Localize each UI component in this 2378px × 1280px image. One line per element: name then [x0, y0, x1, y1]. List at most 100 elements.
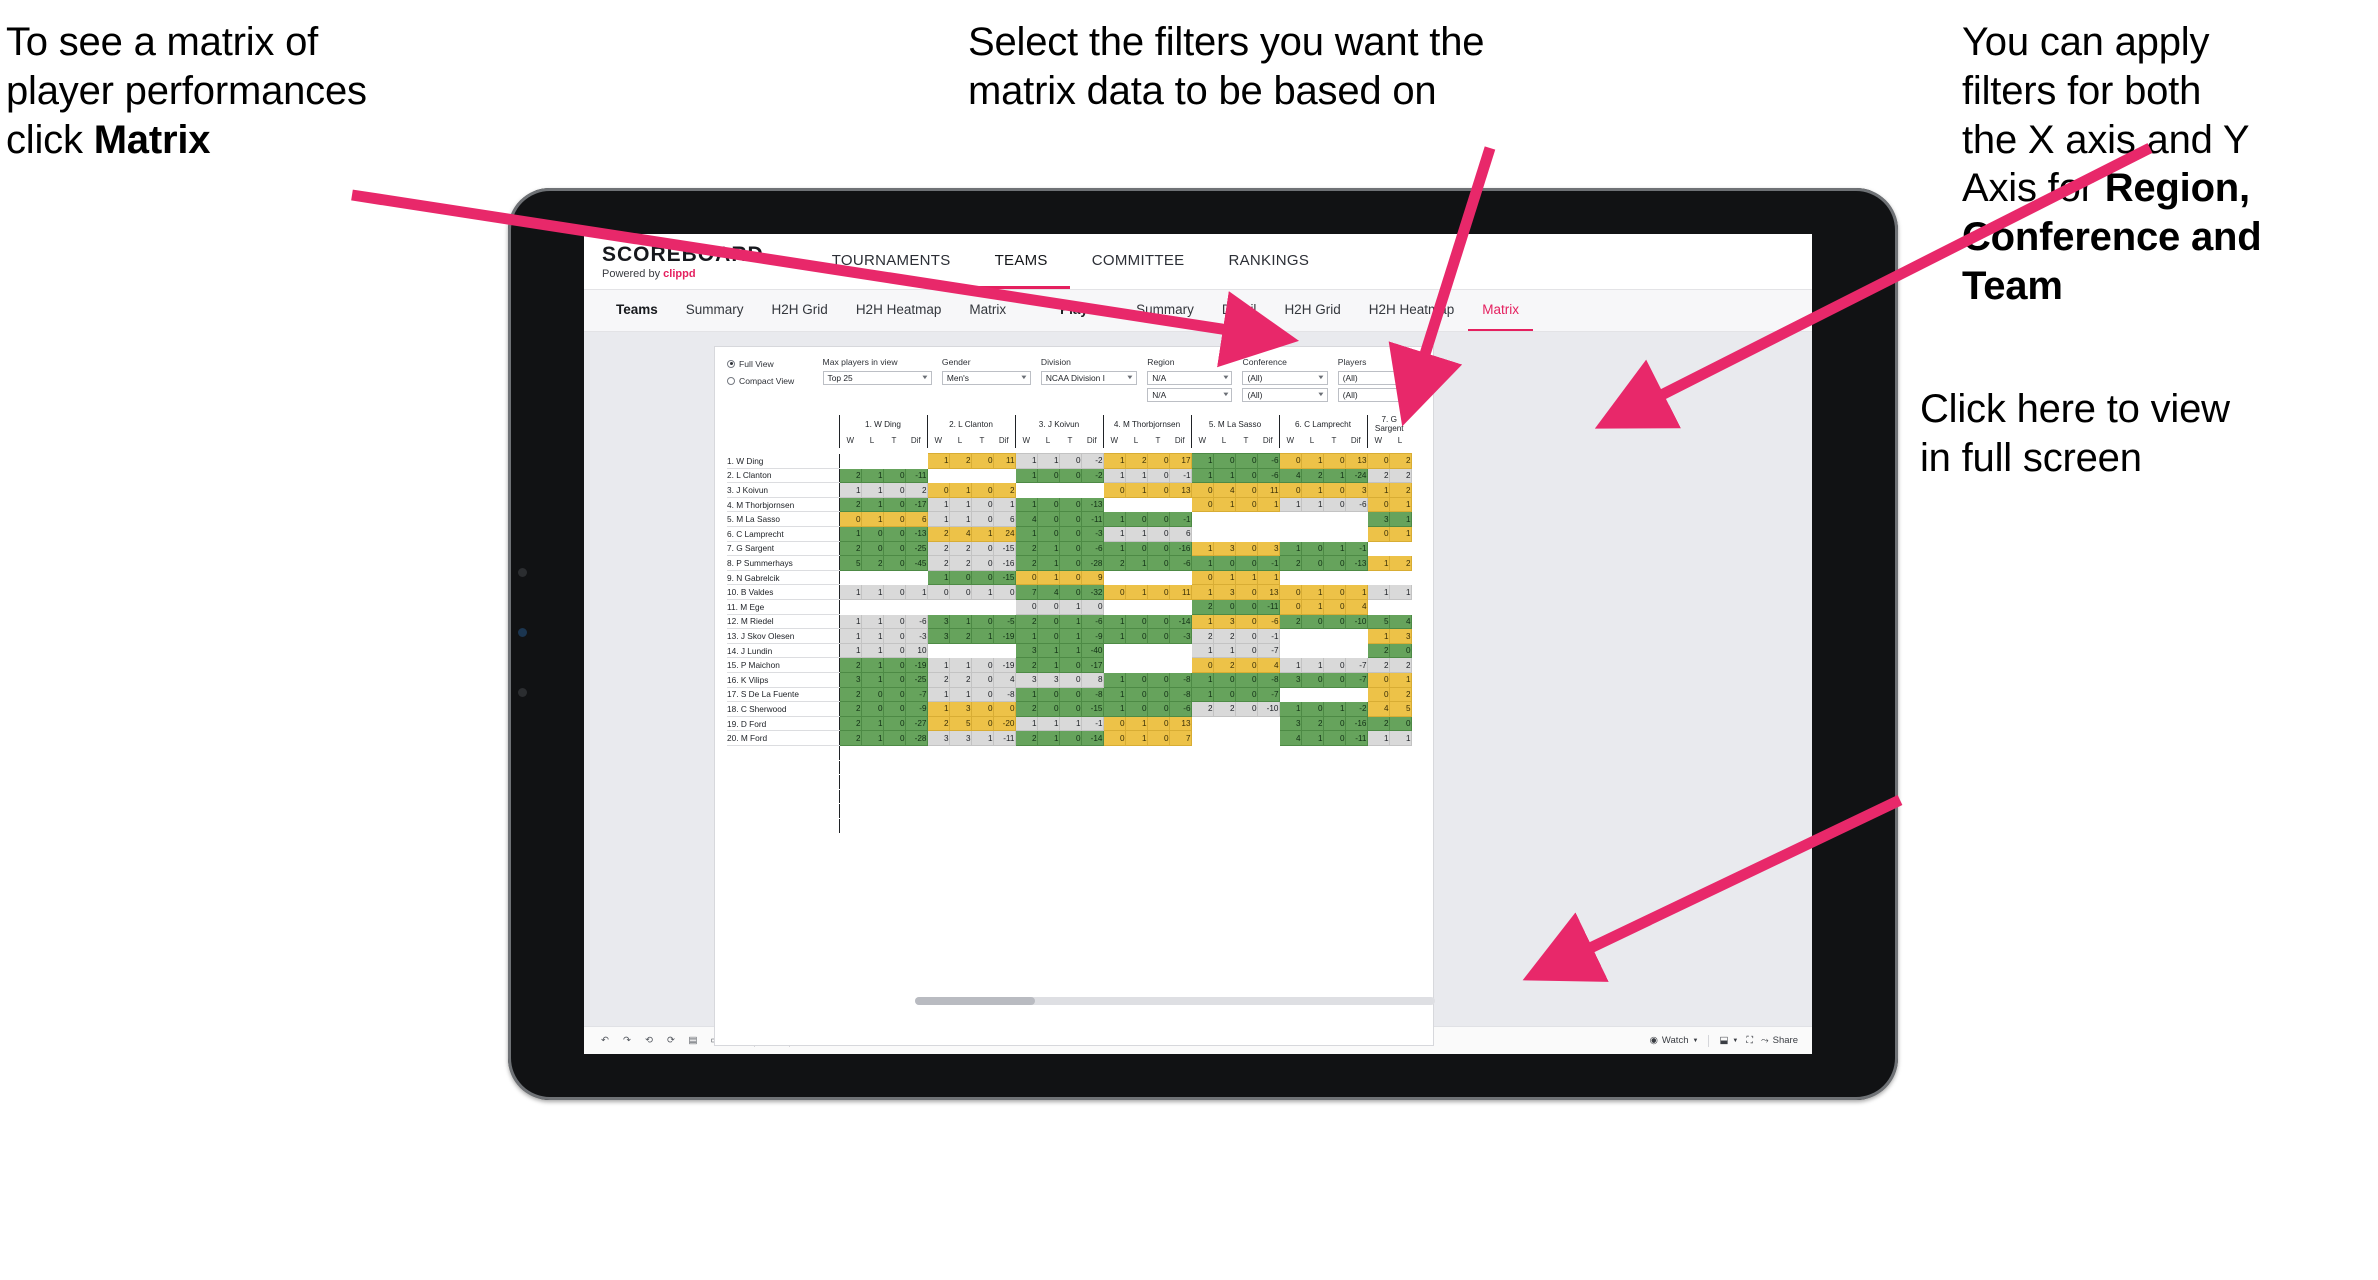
- matrix-cell[interactable]: 1: [1388, 730, 1412, 746]
- matrix-cell[interactable]: 1: [970, 628, 994, 644]
- matrix-cell[interactable]: 1: [970, 730, 994, 746]
- matrix-cell[interactable]: 0: [860, 701, 884, 717]
- matrix-cell[interactable]: 0: [970, 613, 994, 630]
- matrix-cell[interactable]: 0: [1146, 584, 1170, 601]
- matrix-cell[interactable]: 0: [1234, 672, 1258, 688]
- matrix-cell[interactable]: 3: [1014, 642, 1038, 659]
- matrix-cell[interactable]: 1: [1212, 642, 1236, 659]
- matrix-cell[interactable]: 1: [926, 496, 950, 513]
- matrix-cell[interactable]: 0: [1300, 555, 1324, 571]
- table-row[interactable]: 17. S De La Fuente 2 0 0 -7 1 1 0 -8 1 0 0 -8 1 0 0 -8 1 0…: [727, 686, 1412, 703]
- matrix-cell[interactable]: 1: [1388, 511, 1412, 528]
- matrix-cell[interactable]: 1: [1124, 715, 1148, 732]
- matrix-cell[interactable]: 1: [1102, 613, 1126, 630]
- matrix-cell[interactable]: -28: [904, 730, 928, 746]
- matrix-cell[interactable]: 3: [926, 730, 950, 746]
- matrix-cell[interactable]: 17: [1168, 453, 1192, 469]
- matrix-cell[interactable]: 0: [1058, 453, 1082, 469]
- matrix-cell[interactable]: 2: [838, 657, 862, 673]
- matrix-cell[interactable]: 2: [992, 482, 1016, 498]
- matrix-table-container[interactable]: 1. W Ding 2. L Clanton 3. J Koivun 4. M Tho…: [715, 413, 1433, 834]
- matrix-cell[interactable]: 1: [1190, 686, 1214, 703]
- matrix-cell[interactable]: 0: [1322, 657, 1346, 673]
- matrix-cell[interactable]: 2: [1014, 555, 1038, 571]
- matrix-cell[interactable]: 0: [1234, 482, 1258, 498]
- matrix-cell[interactable]: -11: [1256, 599, 1280, 615]
- matrix-cell[interactable]: 0: [860, 526, 884, 542]
- matrix-cell[interactable]: [1212, 730, 1236, 746]
- matrix-cell[interactable]: 1: [1102, 701, 1126, 717]
- matrix-cell[interactable]: 1: [1366, 482, 1390, 498]
- matrix-cell[interactable]: 3: [1014, 672, 1038, 688]
- matrix-cell[interactable]: 2: [1014, 540, 1038, 557]
- matrix-cell[interactable]: 2: [838, 730, 862, 746]
- matrix-cell[interactable]: -45: [904, 555, 928, 571]
- matrix-cell[interactable]: 0: [1212, 453, 1236, 469]
- matrix-cell[interactable]: 0: [882, 540, 906, 557]
- matrix-cell[interactable]: 0: [1234, 540, 1258, 557]
- matrix-cell[interactable]: 1: [1036, 555, 1060, 571]
- matrix-cell[interactable]: 0: [1124, 672, 1148, 688]
- matrix-cell[interactable]: 13: [1168, 715, 1192, 732]
- matrix-cell[interactable]: 1: [1300, 453, 1324, 469]
- matrix-cell[interactable]: 1: [838, 628, 862, 644]
- matrix-cell[interactable]: [1124, 496, 1148, 513]
- table-row[interactable]: 8. P Summerhays 5 2 0 -45 2 2 0 -16 2 1 0 -28 2 1 0 -6 1 0…: [727, 555, 1412, 571]
- matrix-cell[interactable]: 0: [1366, 526, 1390, 542]
- matrix-cell[interactable]: 1: [1124, 482, 1148, 498]
- matrix-cell[interactable]: 0: [1058, 672, 1082, 688]
- matrix-cell[interactable]: -6: [1080, 613, 1104, 630]
- matrix-cell[interactable]: [1234, 715, 1258, 732]
- matrix-cell[interactable]: [860, 453, 884, 469]
- matrix-cell[interactable]: -17: [1080, 657, 1104, 673]
- matrix-cell[interactable]: 1: [926, 511, 950, 528]
- matrix-cell[interactable]: [992, 642, 1016, 659]
- matrix-cell[interactable]: 0: [1058, 555, 1082, 571]
- matrix-cell[interactable]: -6: [1080, 540, 1104, 557]
- matrix-cell[interactable]: 2: [838, 467, 862, 484]
- matrix-cell[interactable]: 0: [1190, 496, 1214, 513]
- matrix-cell[interactable]: 1: [926, 453, 950, 469]
- matrix-cell[interactable]: 2: [1190, 628, 1214, 644]
- matrix-cell[interactable]: 0: [1058, 584, 1082, 601]
- matrix-cell[interactable]: 2: [948, 453, 972, 469]
- matrix-cell[interactable]: 2: [1388, 467, 1412, 484]
- matrix-cell[interactable]: 0: [882, 613, 906, 630]
- matrix-cell[interactable]: 0: [1146, 540, 1170, 557]
- matrix-cell[interactable]: 1: [1124, 467, 1148, 484]
- matrix-cell[interactable]: 0: [1234, 453, 1258, 469]
- dropdown-players-y[interactable]: (All) ▼: [1337, 388, 1423, 402]
- matrix-cell[interactable]: 0: [882, 526, 906, 542]
- matrix-cell[interactable]: 2: [838, 496, 862, 513]
- matrix-cell[interactable]: [926, 642, 950, 659]
- matrix-cell[interactable]: [1344, 642, 1368, 659]
- matrix-cell[interactable]: [1278, 642, 1302, 659]
- matrix-cell[interactable]: 2: [1388, 482, 1412, 498]
- matrix-cell[interactable]: 1: [1102, 453, 1126, 469]
- matrix-cell[interactable]: [1168, 569, 1192, 586]
- matrix-cell[interactable]: 0: [1278, 453, 1302, 469]
- nav-item-rankings[interactable]: RANKINGS: [1206, 234, 1331, 289]
- matrix-cell[interactable]: 0: [882, 657, 906, 673]
- matrix-cell[interactable]: 6: [1168, 526, 1192, 542]
- matrix-cell[interactable]: 0: [1058, 657, 1082, 673]
- matrix-cell[interactable]: 1: [1278, 496, 1302, 513]
- matrix-cell[interactable]: 2: [1190, 701, 1214, 717]
- matrix-cell[interactable]: 0: [1102, 730, 1126, 746]
- matrix-cell[interactable]: 0: [1036, 467, 1060, 484]
- refresh-data-icon[interactable]: ⟳: [660, 1031, 682, 1051]
- matrix-cell[interactable]: 0: [970, 555, 994, 571]
- matrix-cell[interactable]: 1: [948, 613, 972, 630]
- matrix-cell[interactable]: 1: [838, 584, 862, 601]
- matrix-cell[interactable]: 1: [1124, 555, 1148, 571]
- matrix-cell[interactable]: 0: [1366, 672, 1390, 688]
- matrix-cell[interactable]: 0: [1190, 657, 1214, 673]
- table-row[interactable]: 7. G Sargent 2 0 0 -25 2 2 0 -15 2 1 0 -6 1 0 0 -16 1 3 0 3 1…: [727, 540, 1412, 557]
- matrix-cell[interactable]: 1: [1278, 701, 1302, 717]
- matrix-cell[interactable]: 1: [860, 613, 884, 630]
- matrix-cell[interactable]: 4: [1366, 701, 1390, 717]
- matrix-cell[interactable]: [1146, 599, 1170, 615]
- matrix-cell[interactable]: 0: [992, 584, 1016, 601]
- matrix-cell[interactable]: 2: [1366, 657, 1390, 673]
- matrix-cell[interactable]: -7: [1256, 686, 1280, 703]
